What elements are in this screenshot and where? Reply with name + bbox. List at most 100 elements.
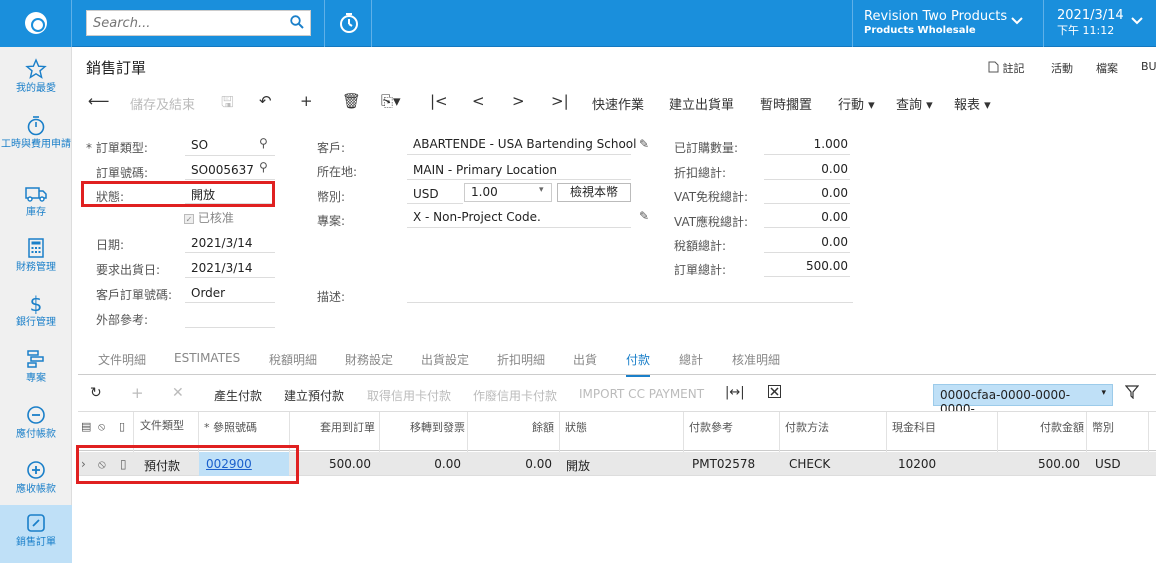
sidebar-item-sales-orders[interactable]: 銷售訂單 bbox=[0, 505, 72, 563]
excel-export-icon[interactable] bbox=[768, 385, 781, 401]
sidebar-item-inventory[interactable]: 庫存 bbox=[0, 175, 72, 231]
delete-row-icon[interactable]: ✕ bbox=[172, 385, 184, 401]
files-link[interactable]: 檔案 bbox=[1096, 60, 1118, 76]
bu-link[interactable]: BU bbox=[1141, 60, 1156, 73]
top-bar: Revision Two Products Products Wholesale… bbox=[0, 0, 1156, 47]
reports-menu[interactable]: 報表 ▾ bbox=[954, 94, 991, 113]
plus-circle-icon bbox=[0, 459, 72, 483]
notes-link[interactable]: 註記 bbox=[988, 60, 1025, 76]
rate-field[interactable]: 1.00 ▾ bbox=[464, 183, 552, 202]
history-button[interactable] bbox=[324, 0, 372, 47]
chevron-down-icon bbox=[1010, 15, 1024, 29]
date-selector[interactable]: 2021/3/14 下午 11:12 bbox=[1043, 0, 1156, 47]
star-icon bbox=[0, 58, 72, 82]
refresh-icon[interactable]: ↻ bbox=[90, 385, 102, 401]
col-payment-method[interactable]: 付款方法 bbox=[785, 419, 829, 435]
last-record-icon[interactable]: >| bbox=[551, 92, 569, 110]
col-payment-amount[interactable]: 付款金額 bbox=[1040, 419, 1084, 435]
col-payment-ref[interactable]: 付款參考 bbox=[689, 419, 733, 435]
app-logo[interactable] bbox=[0, 0, 72, 47]
external-ref-label: 外部參考: bbox=[96, 313, 149, 327]
add-row-icon[interactable]: + bbox=[131, 384, 144, 402]
customer-field[interactable]: ABARTENDE - USA Bartending School bbox=[407, 135, 636, 155]
status-highlight bbox=[81, 181, 275, 207]
requested-date-field[interactable]: 2021/3/14 bbox=[185, 258, 275, 278]
copy-paste-icon[interactable]: ⎘▾ bbox=[381, 92, 401, 110]
cell-balance: 0.00 bbox=[525, 457, 552, 471]
filter-icon[interactable] bbox=[1124, 385, 1140, 402]
search-box[interactable] bbox=[86, 10, 311, 36]
undo-icon[interactable]: ↶ bbox=[259, 92, 272, 110]
tab-approvals[interactable]: 核准明細 bbox=[732, 351, 780, 368]
tab-totals[interactable]: 總計 bbox=[679, 351, 703, 368]
col-applied[interactable]: 套用到訂單 bbox=[320, 419, 375, 435]
hold-button[interactable]: 暫時擱置 bbox=[760, 94, 812, 113]
tenant-selector[interactable]: Revision Two Products Products Wholesale bbox=[852, 0, 1042, 47]
actions-menu[interactable]: 行動 ▾ bbox=[838, 94, 875, 113]
inquiries-label: 查詢 bbox=[896, 98, 923, 113]
date-value: 2021/3/14 bbox=[191, 236, 253, 250]
prev-record-icon[interactable]: < bbox=[472, 92, 485, 110]
sidebar-item-finance[interactable]: 財務管理 bbox=[0, 230, 72, 286]
search-icon[interactable] bbox=[290, 15, 304, 32]
tab-document-details[interactable]: 文件明細 bbox=[98, 351, 146, 368]
col-ref-nbr[interactable]: * 參照號碼 bbox=[204, 419, 257, 435]
tab-estimates[interactable]: ESTIMATES bbox=[174, 351, 240, 365]
search-input[interactable] bbox=[87, 11, 277, 35]
sidebar-item-receivables[interactable]: 應收帳款 bbox=[0, 452, 72, 508]
col-cash-account[interactable]: 現金科目 bbox=[892, 419, 936, 435]
date-field[interactable]: 2021/3/14 bbox=[185, 233, 275, 253]
customer-order-field[interactable]: Order bbox=[185, 283, 275, 303]
create-shipment-button[interactable]: 建立出貨單 bbox=[669, 94, 734, 113]
activities-link[interactable]: 活動 bbox=[1051, 60, 1073, 76]
tab-shipments[interactable]: 出貨 bbox=[573, 351, 597, 368]
import-cc-button[interactable]: IMPORT CC PAYMENT bbox=[579, 387, 704, 401]
tab-payments[interactable]: 付款 bbox=[626, 351, 651, 377]
edit-pencil-icon[interactable]: ✎ bbox=[639, 137, 649, 151]
project-field[interactable]: X - Non-Project Code. bbox=[407, 208, 631, 228]
discount-total-field: 0.00 bbox=[764, 160, 850, 180]
first-record-icon[interactable]: |< bbox=[430, 92, 448, 110]
save-close-button[interactable]: 儲存及結束 bbox=[130, 94, 195, 113]
col-balance[interactable]: 餘額 bbox=[532, 419, 554, 435]
sidebar-item-banking[interactable]: $ 銀行管理 bbox=[0, 285, 72, 341]
sidebar-item-favorites[interactable]: 我的最愛 bbox=[0, 51, 72, 107]
edit-pencil-icon[interactable]: ✎ bbox=[639, 209, 649, 223]
search-icon[interactable]: ⚲ bbox=[259, 160, 268, 174]
description-field[interactable] bbox=[407, 283, 853, 303]
inquiries-menu[interactable]: 查詢 ▾ bbox=[896, 94, 933, 113]
create-payment-button[interactable]: 產生付款 bbox=[214, 387, 262, 404]
back-icon[interactable]: ⟵ bbox=[88, 92, 110, 110]
tab-discounts[interactable]: 折扣明細 bbox=[497, 351, 545, 368]
tab-taxes[interactable]: 稅額明細 bbox=[269, 351, 317, 368]
sidebar-item-projects[interactable]: 專案 bbox=[0, 341, 72, 397]
void-cc-button[interactable]: 作廢信用卡付款 bbox=[473, 387, 557, 404]
tab-financial[interactable]: 財務設定 bbox=[345, 351, 393, 368]
next-record-icon[interactable]: > bbox=[512, 92, 525, 110]
currency-field[interactable]: USD bbox=[407, 184, 463, 204]
view-base-button[interactable]: 檢視本幣 bbox=[557, 183, 631, 202]
sidebar-item-label: 工時與費用申請 bbox=[1, 139, 71, 150]
col-doc-type[interactable]: 文件類型 bbox=[140, 419, 200, 433]
capture-cc-button[interactable]: 取得信用卡付款 bbox=[367, 387, 451, 404]
delete-icon[interactable]: 🗑 bbox=[342, 92, 361, 110]
quick-process-button[interactable]: 快速作業 bbox=[592, 94, 644, 113]
sidebar-item-payables[interactable]: 應付帳款 bbox=[0, 397, 72, 453]
col-status[interactable]: 狀態 bbox=[565, 419, 587, 435]
location-field[interactable]: MAIN - Primary Location bbox=[407, 160, 631, 180]
add-icon[interactable]: + bbox=[300, 92, 313, 110]
approved-checkbox[interactable]: ✓ 已核准 bbox=[184, 209, 234, 226]
sidebar-item-time-expenses[interactable]: 工時與費用申請 bbox=[0, 107, 72, 163]
checkbox-icon: ✓ bbox=[184, 214, 194, 224]
col-transferred[interactable]: 移轉到發票 bbox=[410, 419, 465, 435]
save-icon[interactable]: 🖫 bbox=[221, 92, 234, 117]
create-prepayment-button[interactable]: 建立預付款 bbox=[284, 387, 344, 404]
tab-shipping-settings[interactable]: 出貨設定 bbox=[421, 351, 469, 368]
currency-label: 幣別: bbox=[317, 190, 346, 204]
external-ref-field[interactable] bbox=[185, 308, 275, 328]
search-icon[interactable]: ⚲ bbox=[259, 136, 268, 150]
col-currency[interactable]: 幣別 bbox=[1092, 419, 1114, 435]
payment-method-dropdown[interactable]: 0000cfaa-0000-0000-0000-... ▾ bbox=[933, 384, 1113, 416]
date-label: 日期: bbox=[96, 238, 125, 252]
fit-columns-icon[interactable]: |↔| bbox=[725, 385, 745, 400]
